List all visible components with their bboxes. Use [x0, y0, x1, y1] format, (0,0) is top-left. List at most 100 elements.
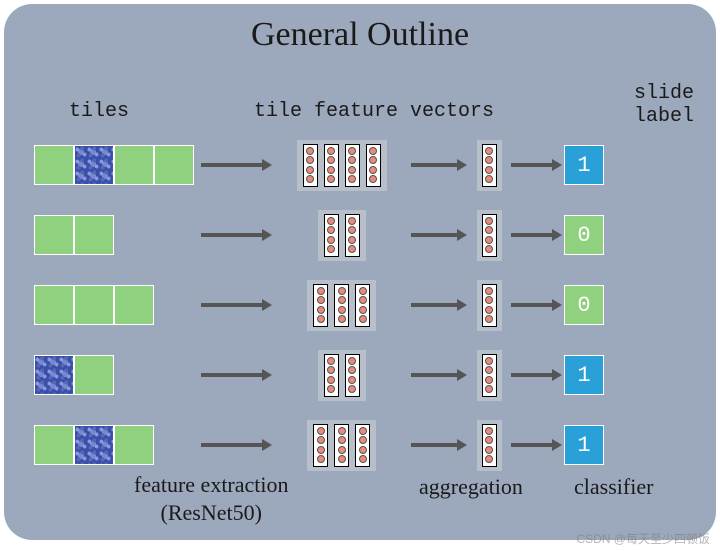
- feature-vector: [345, 354, 360, 397]
- arrow-icon: [409, 297, 469, 313]
- fv-dot: [327, 385, 335, 393]
- fv-dot: [485, 427, 493, 435]
- pipeline-row: 0: [34, 204, 689, 266]
- label-aggregation: aggregation: [419, 474, 523, 500]
- fv-dot: [306, 166, 314, 174]
- fv-dot: [348, 245, 356, 253]
- fv-dot: [369, 147, 377, 155]
- fv-dot: [359, 306, 367, 314]
- arrow-icon: [509, 437, 564, 453]
- header-slide-label: slide label: [634, 82, 694, 128]
- fv-dot: [485, 455, 493, 463]
- fv-dot: [306, 175, 314, 183]
- fv-dot: [485, 306, 493, 314]
- fv-dot: [348, 166, 356, 174]
- fv-dot: [359, 315, 367, 323]
- fv-dot: [338, 306, 346, 314]
- green-tile: [34, 425, 74, 465]
- fv-dot: [306, 147, 314, 155]
- fv-dot: [317, 455, 325, 463]
- feature-vectors-group: [274, 140, 409, 191]
- fv-dot: [369, 166, 377, 174]
- arrow-icon: [509, 157, 564, 173]
- fv-dot: [359, 455, 367, 463]
- fv-dot: [327, 226, 335, 234]
- green-tile: [34, 215, 74, 255]
- arrow-icon: [509, 297, 564, 313]
- feature-vectors-group: [274, 350, 409, 401]
- tiles-group: [34, 355, 199, 395]
- fv-dot: [327, 166, 335, 174]
- fv-dot: [327, 376, 335, 384]
- fv-dot: [327, 217, 335, 225]
- feature-vector: [482, 284, 497, 327]
- fv-dot: [348, 226, 356, 234]
- fv-dot: [317, 306, 325, 314]
- feature-vector: [345, 214, 360, 257]
- aggregated-vector-group: [469, 140, 509, 191]
- fv-dot: [485, 287, 493, 295]
- label-classifier: classifier: [574, 474, 653, 500]
- diagram-canvas: General Outline tiles tile feature vecto…: [4, 4, 716, 540]
- fv-dot: [348, 175, 356, 183]
- green-tile: [74, 215, 114, 255]
- fv-dot: [485, 446, 493, 454]
- fv-dot: [306, 156, 314, 164]
- green-tile: [74, 355, 114, 395]
- header-feature-vectors: tile feature vectors: [254, 100, 494, 123]
- pipeline-row: 1: [34, 134, 689, 196]
- arrow-icon: [199, 157, 274, 173]
- fv-dot: [485, 236, 493, 244]
- feature-vector: [482, 424, 497, 467]
- fv-dot: [359, 446, 367, 454]
- fv-dot: [485, 175, 493, 183]
- watermark: CSDN @每天至少四顿饭: [576, 530, 710, 547]
- arrow-icon: [409, 227, 469, 243]
- feature-vector: [334, 424, 349, 467]
- fv-dot: [327, 156, 335, 164]
- tiles-group: [34, 215, 199, 255]
- fv-dot: [327, 236, 335, 244]
- feature-vector: [303, 144, 318, 187]
- feature-vector: [313, 424, 328, 467]
- arrow-icon: [409, 157, 469, 173]
- fv-dot: [485, 217, 493, 225]
- green-tile: [34, 145, 74, 185]
- fv-dot: [317, 427, 325, 435]
- fv-dot: [348, 366, 356, 374]
- arrow-icon: [199, 297, 274, 313]
- fv-dot: [359, 296, 367, 304]
- slide-label: 1: [564, 425, 604, 465]
- feature-vectors-group: [274, 210, 409, 261]
- fv-dot: [327, 366, 335, 374]
- blue-tile: [74, 425, 114, 465]
- fv-dot: [338, 287, 346, 295]
- fv-dot: [348, 156, 356, 164]
- fv-dot: [327, 147, 335, 155]
- aggregated-vector-group: [469, 420, 509, 471]
- slide-label: 0: [564, 285, 604, 325]
- fv-dot: [317, 315, 325, 323]
- blue-tile: [34, 355, 74, 395]
- feature-vector: [334, 284, 349, 327]
- feature-vector: [482, 144, 497, 187]
- fv-dot: [338, 296, 346, 304]
- fv-dot: [485, 226, 493, 234]
- fv-dot: [485, 357, 493, 365]
- fv-dot: [338, 446, 346, 454]
- arrow-icon: [199, 437, 274, 453]
- fv-dot: [348, 357, 356, 365]
- fv-dot: [338, 455, 346, 463]
- fv-dot: [348, 217, 356, 225]
- arrow-icon: [409, 367, 469, 383]
- fv-dot: [485, 166, 493, 174]
- diagram-title: General Outline: [4, 4, 716, 54]
- fv-dot: [327, 245, 335, 253]
- fv-dot: [348, 376, 356, 384]
- feature-vector: [345, 144, 360, 187]
- label-feature-extraction: feature extraction (ResNet50): [134, 471, 289, 526]
- pipeline-row: 1: [34, 344, 689, 406]
- fv-dot: [485, 156, 493, 164]
- tiles-group: [34, 425, 199, 465]
- green-tile: [74, 285, 114, 325]
